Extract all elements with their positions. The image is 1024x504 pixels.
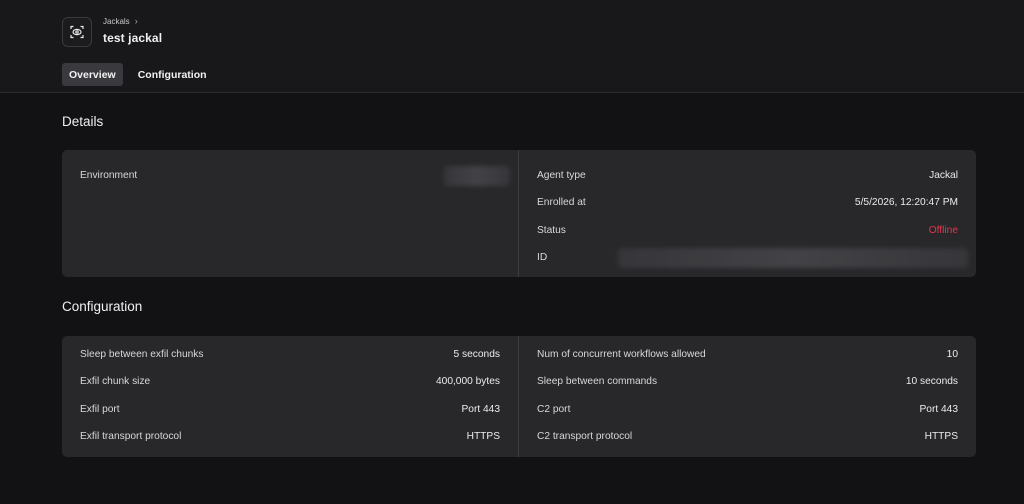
config-value: 10 seconds: [905, 376, 958, 388]
tab-bar: Overview Configuration: [62, 63, 214, 86]
id-value-redacted: [618, 247, 968, 268]
details-left-column: Environment: [62, 150, 519, 277]
config-row: Sleep between exfil chunks 5 seconds: [80, 341, 500, 368]
page-header: Jackals › test jackal Overview Configura…: [0, 0, 1024, 93]
breadcrumb: Jackals ›: [103, 16, 138, 26]
config-value: HTTPS: [924, 431, 958, 443]
config-label: Exfil transport protocol: [80, 431, 182, 443]
config-value: Port 443: [919, 403, 958, 415]
configuration-section-title: Configuration: [62, 299, 143, 314]
breadcrumb-link-jackals[interactable]: Jackals: [103, 17, 130, 26]
config-value: 10: [946, 349, 958, 361]
status-badge: Offline: [928, 224, 958, 236]
detail-label: Status: [537, 224, 566, 236]
config-label: C2 port: [537, 403, 571, 415]
config-label: Num of concurrent workflows allowed: [537, 349, 706, 361]
config-label: Sleep between commands: [537, 376, 658, 388]
config-value: Port 443: [461, 403, 500, 415]
config-value: 400,000 bytes: [435, 376, 500, 388]
detail-label: Enrolled at: [537, 197, 586, 209]
config-label: C2 transport protocol: [537, 431, 633, 443]
config-row: Sleep between commands 10 seconds: [537, 368, 958, 395]
configuration-right-column: Num of concurrent workflows allowed 10 S…: [519, 336, 976, 457]
config-row: Exfil transport protocol HTTPS: [80, 423, 500, 450]
config-row: C2 port Port 443: [537, 396, 958, 423]
page-title: test jackal: [103, 31, 163, 45]
detail-row-environment: Environment: [80, 162, 510, 189]
agent-type-value: Jackal: [929, 170, 958, 182]
detail-label: Environment: [80, 170, 138, 182]
enrolled-at-value: 5/5/2026, 12:20:47 PM: [854, 197, 958, 209]
config-row: Num of concurrent workflows allowed 10: [537, 341, 958, 368]
detail-row-agent-type: Agent type Jackal: [537, 162, 958, 189]
configuration-card: Sleep between exfil chunks 5 seconds Exf…: [62, 336, 976, 457]
jackal-agent-icon: [62, 17, 92, 47]
config-row: Exfil chunk size 400,000 bytes: [80, 368, 500, 395]
config-label: Sleep between exfil chunks: [80, 349, 204, 361]
config-value: HTTPS: [466, 431, 500, 443]
config-row: Exfil port Port 443: [80, 396, 500, 423]
tab-overview[interactable]: Overview: [62, 63, 123, 86]
environment-value-redacted: [444, 165, 510, 186]
config-value: 5 seconds: [453, 349, 500, 361]
details-section-title: Details: [62, 114, 104, 129]
detail-label: Agent type: [537, 170, 586, 182]
config-label: Exfil chunk size: [80, 376, 151, 388]
config-row: C2 transport protocol HTTPS: [537, 423, 958, 450]
chevron-right-icon: ›: [134, 16, 138, 26]
detail-row-enrolled-at: Enrolled at 5/5/2026, 12:20:47 PM: [537, 189, 958, 216]
configuration-left-column: Sleep between exfil chunks 5 seconds Exf…: [62, 336, 519, 457]
tab-configuration[interactable]: Configuration: [131, 63, 214, 86]
details-card: Environment Agent type Jackal Enrolled a…: [62, 150, 976, 277]
details-right-column: Agent type Jackal Enrolled at 5/5/2026, …: [519, 150, 976, 277]
detail-row-id: ID: [537, 244, 968, 271]
detail-label: ID: [537, 252, 548, 264]
config-label: Exfil port: [80, 403, 120, 415]
detail-row-status: Status Offline: [537, 217, 958, 244]
